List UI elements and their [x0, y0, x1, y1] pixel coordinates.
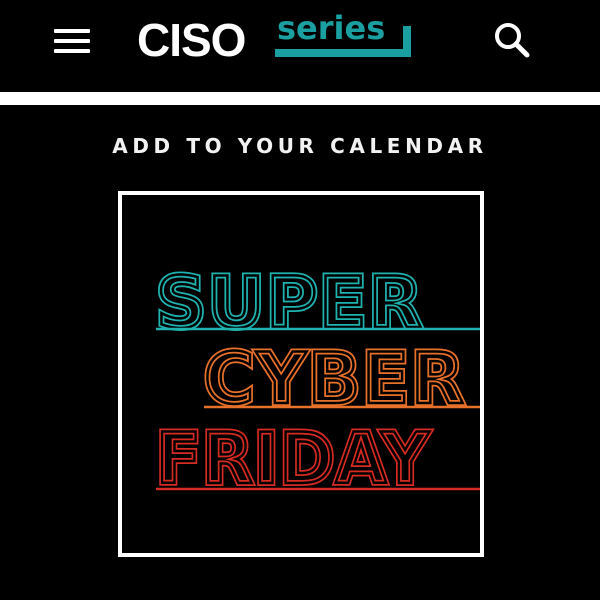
logo-underline: [275, 49, 411, 57]
promo-line-super: SUPER SUPER: [153, 259, 480, 347]
search-icon[interactable]: [490, 18, 534, 62]
menu-bar: [54, 29, 90, 33]
ciso-series-logo[interactable]: CISO series: [137, 8, 417, 70]
promo-graphic: SUPER SUPER CYBER CYBER FRIDAY FRIDAY: [153, 259, 480, 503]
site-header: CISO series: [0, 0, 600, 82]
header-divider: [0, 92, 600, 105]
promo-line-cyber: CYBER CYBER: [201, 335, 480, 423]
logo-bracket: [403, 26, 411, 57]
promo-text-friday-inner: FRIDAY: [156, 418, 430, 500]
menu-bar: [54, 39, 90, 43]
calendar-heading: ADD TO YOUR CALENDAR: [112, 134, 488, 158]
logo-text-ciso: CISO: [137, 14, 246, 66]
logo-text-series: series: [277, 9, 386, 47]
menu-bar: [54, 49, 90, 53]
promo-super-cyber-friday[interactable]: SUPER SUPER CYBER CYBER FRIDAY FRIDAY: [118, 191, 484, 557]
promo-text-super-inner: SUPER: [156, 262, 424, 344]
page: CISO series ADD TO YOUR CALENDAR SUPER S…: [0, 0, 600, 600]
hamburger-menu-icon[interactable]: [50, 20, 94, 60]
promo-line-friday: FRIDAY FRIDAY: [153, 415, 480, 503]
